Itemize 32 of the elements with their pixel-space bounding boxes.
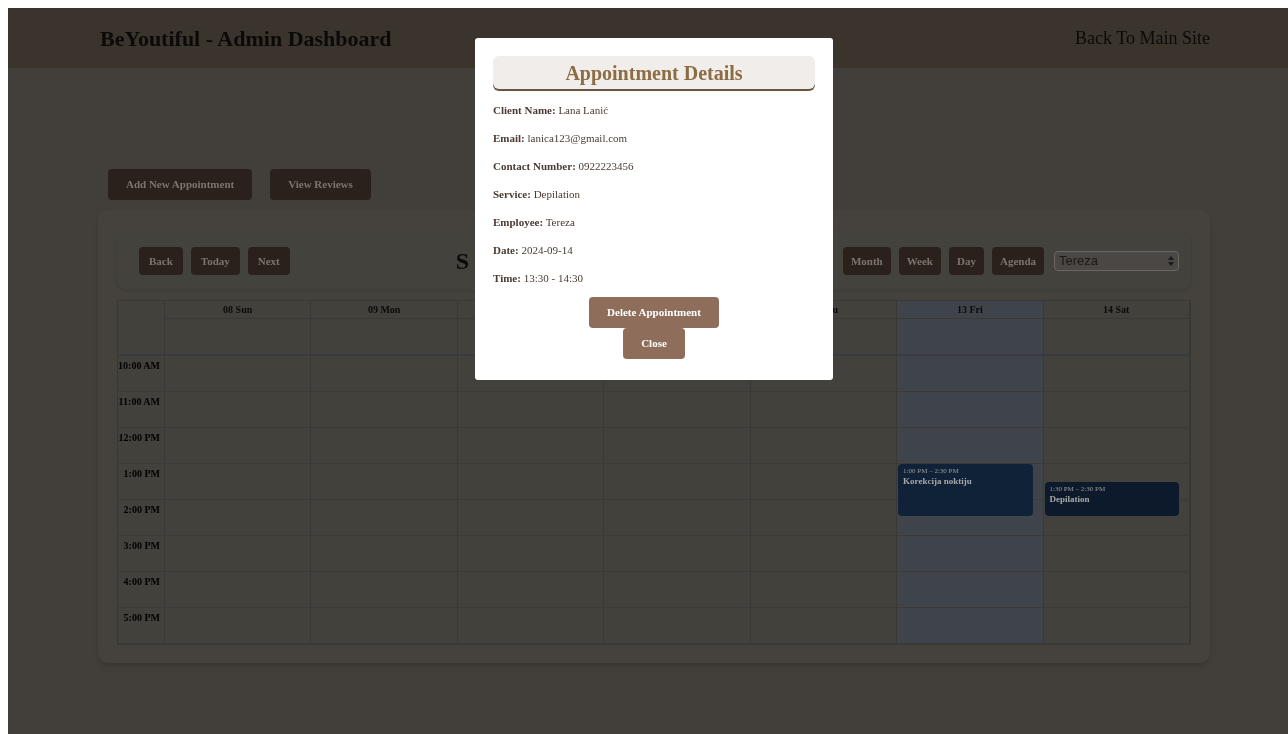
detail-line: Contact Number: 0922223456 [493, 159, 635, 174]
action-button[interactable]: Add New Appointment [108, 169, 253, 200]
calendar-nav-button[interactable]: Back [139, 247, 183, 275]
time-label: 1:00 PM [123, 467, 160, 481]
time-label: 12:00 PM [118, 431, 160, 445]
time-label: 11:00 AM [118, 395, 160, 409]
calendar-view-button[interactable]: Agenda [991, 247, 1044, 275]
modal-button[interactable]: Delete Appointment [589, 297, 719, 328]
day-header: 13 Fri [956, 303, 983, 317]
calendar-title: S [455, 247, 470, 276]
calendar-view-button[interactable]: Day [949, 247, 984, 275]
up-down-arrows-icon [1168, 256, 1174, 266]
calendar-view-button[interactable]: Month [842, 247, 891, 275]
detail-line: Client Name: Lana Lanić [493, 103, 610, 118]
time-label: 4:00 PM [123, 575, 160, 589]
calendar-nav-button[interactable]: Next [247, 247, 290, 275]
calendar-nav-button[interactable]: Today [190, 247, 240, 275]
time-label: 2:00 PM [123, 503, 160, 517]
detail-line: Email: lanica123@gmail.com [493, 131, 629, 146]
event-title: Depilation [1049, 494, 1091, 505]
detail-line: Date: 2024-09-14 [493, 243, 574, 258]
detail-line: Time: 13:30 - 14:30 [493, 271, 584, 286]
calendar-view-button[interactable]: Week [898, 247, 941, 275]
detail-line: Employee: Tereza [493, 215, 576, 230]
time-label: 10:00 AM [118, 359, 160, 373]
modal-button[interactable]: Close [623, 328, 685, 359]
time-label: 5:00 PM [123, 611, 160, 625]
detail-line: Service: Depilation [493, 187, 582, 202]
time-label: 3:00 PM [123, 539, 160, 553]
action-button[interactable]: View Reviews [270, 169, 371, 200]
event-title: Korekcija noktiju [903, 476, 973, 487]
modal-title: Appointment Details [493, 56, 815, 89]
